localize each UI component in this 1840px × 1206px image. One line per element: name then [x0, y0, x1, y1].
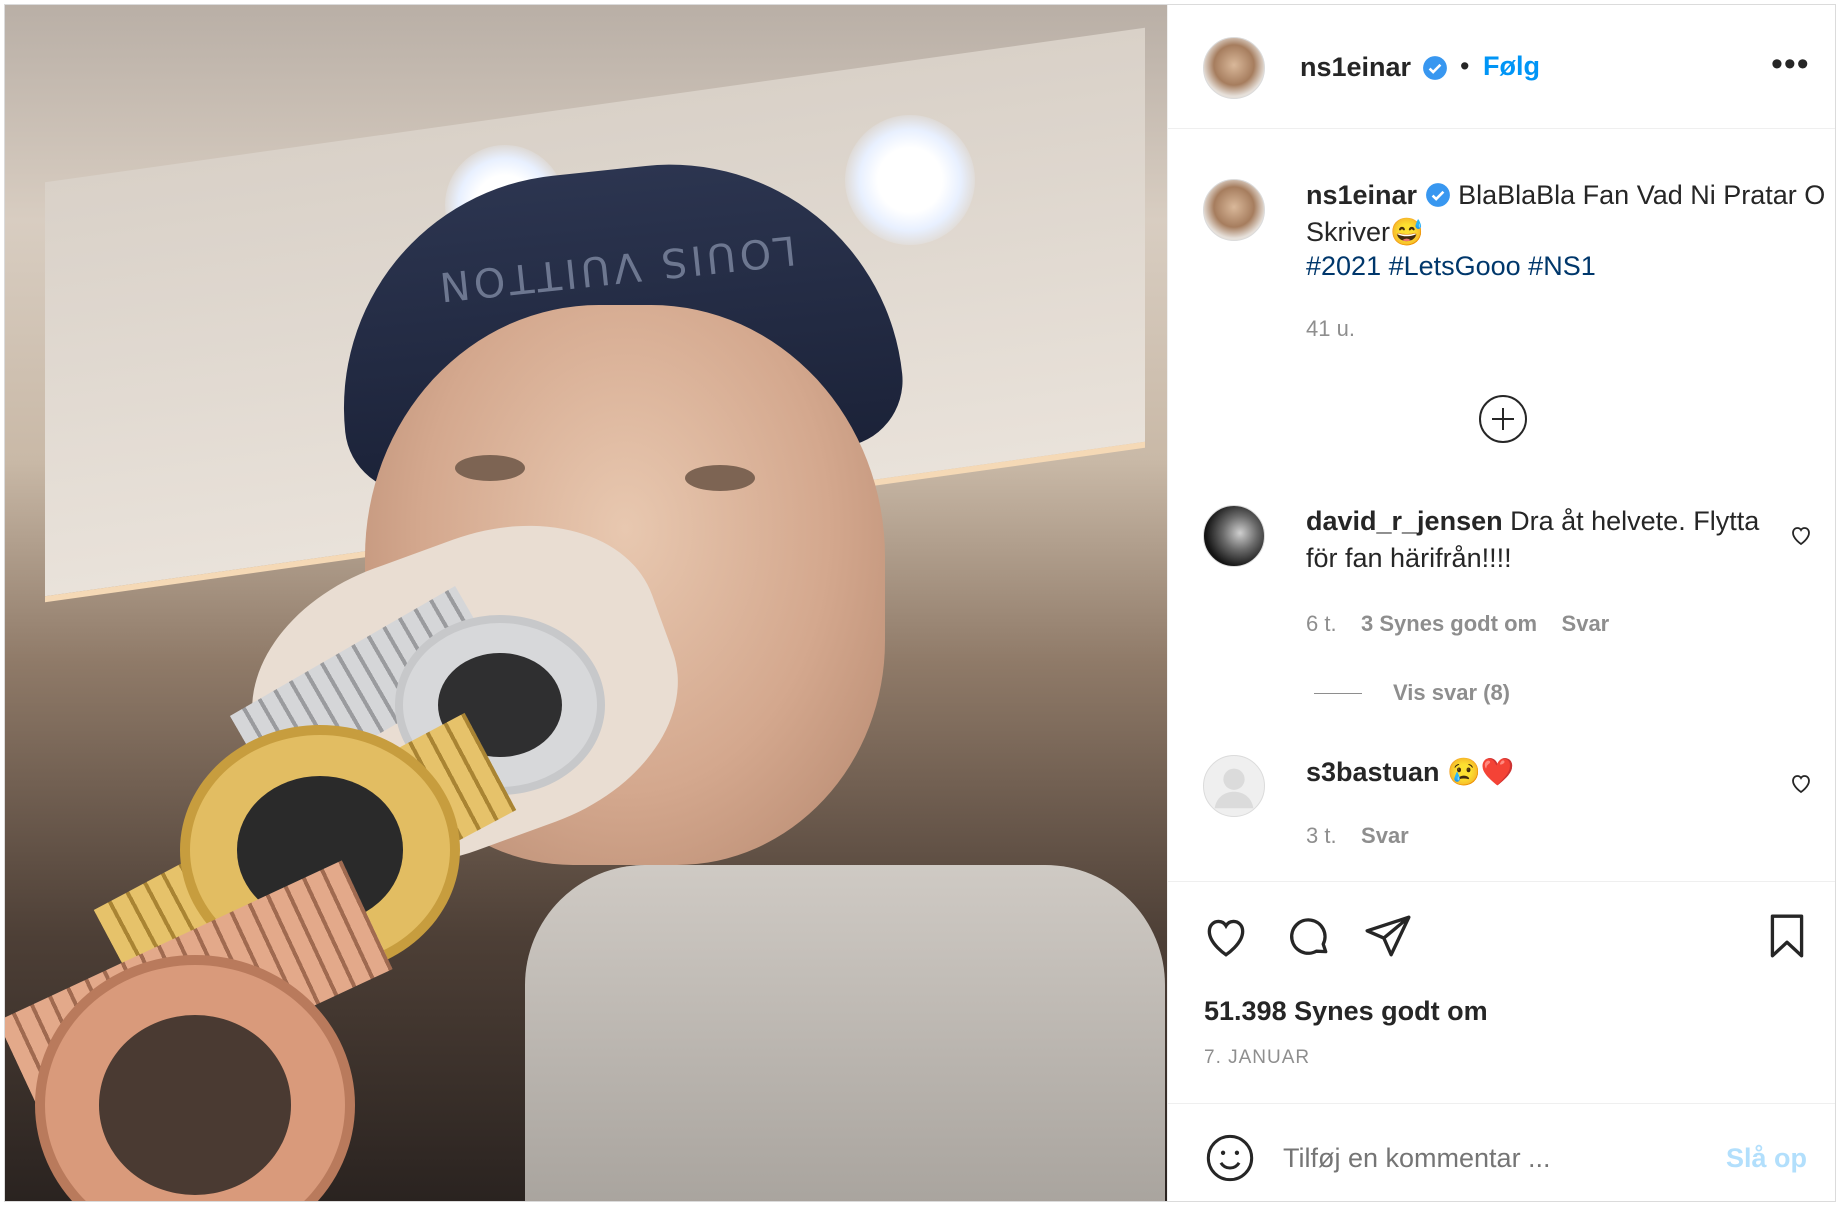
comment-username[interactable]: s3bastuan [1306, 757, 1440, 787]
caption-hashtags[interactable]: #2021 #LetsGooo #NS1 [1306, 251, 1596, 282]
caption-body: ns1einar BlaBlaBla Fan Vad Ni Pratar O S… [1306, 177, 1826, 251]
caption-username[interactable]: ns1einar [1306, 180, 1417, 210]
comment-reply-button[interactable]: Svar [1361, 823, 1409, 848]
comment-input[interactable] [1283, 1139, 1703, 1177]
comment-heart-icon[interactable] [1789, 523, 1813, 547]
photo-eye-right [685, 465, 755, 491]
comment-body: s3bastuan 😢❤️ [1306, 754, 1766, 791]
verified-badge-icon [1423, 56, 1447, 80]
post-photo[interactable]: LOUIS VUITTON [5, 5, 1167, 1201]
comment-text: 😢❤️ [1447, 757, 1515, 787]
post-date[interactable]: 7. JANUAR [1204, 1047, 1310, 1069]
view-replies-button[interactable]: Vis svar (8) [1393, 680, 1510, 706]
replies-divider [1314, 693, 1362, 694]
comment-heart-icon[interactable] [1789, 771, 1813, 795]
comment-body: david_r_jensen Dra åt helvete. Flytta fö… [1306, 503, 1766, 577]
post-window: LOUIS VUITTON ns1einar • Følg ••• ns1ein… [4, 4, 1836, 1202]
follow-button[interactable]: Følg [1483, 51, 1540, 82]
photo-light-right [845, 115, 975, 245]
likes-count[interactable]: 51.398 Synes godt om [1204, 996, 1488, 1027]
comment-meta: 6 t. 3 Synes godt om Svar [1306, 611, 1609, 637]
comment-username[interactable]: david_r_jensen [1306, 506, 1503, 536]
load-more-icon[interactable] [1479, 395, 1527, 443]
caption-avatar[interactable] [1203, 179, 1265, 241]
heart-icon[interactable] [1201, 911, 1251, 961]
comment-meta: 3 t. Svar [1306, 823, 1409, 849]
comment-avatar[interactable] [1203, 755, 1265, 817]
photo-hoodie [525, 865, 1165, 1201]
share-icon[interactable] [1363, 911, 1413, 961]
post-comment-button[interactable]: Slå op [1726, 1143, 1807, 1174]
comment-time[interactable]: 3 t. [1306, 823, 1337, 848]
photo-eye-left [455, 455, 525, 481]
author-avatar[interactable] [1203, 37, 1265, 99]
comment-icon[interactable] [1283, 911, 1333, 961]
default-avatar-icon [1214, 768, 1254, 809]
post-header: ns1einar • Følg ••• [1168, 5, 1835, 129]
caption-time[interactable]: 41 u. [1306, 316, 1355, 342]
author-username[interactable]: ns1einar [1300, 52, 1411, 83]
comment-likes[interactable]: 3 Synes godt om [1361, 611, 1537, 636]
more-options-icon[interactable]: ••• [1771, 45, 1810, 84]
post-sidebar: ns1einar • Følg ••• ns1einar BlaBlaBla F… [1167, 5, 1835, 1201]
actions-divider [1168, 881, 1835, 882]
composer-divider [1168, 1103, 1835, 1104]
save-icon[interactable] [1762, 911, 1812, 961]
verified-badge-icon [1425, 183, 1450, 207]
comment-reply-button[interactable]: Svar [1562, 611, 1610, 636]
comment-time[interactable]: 6 t. [1306, 611, 1337, 636]
photo-watch-dial [99, 1015, 291, 1195]
header-separator: • [1460, 51, 1470, 81]
comment-avatar[interactable] [1203, 505, 1265, 567]
emoji-icon[interactable] [1204, 1132, 1256, 1184]
